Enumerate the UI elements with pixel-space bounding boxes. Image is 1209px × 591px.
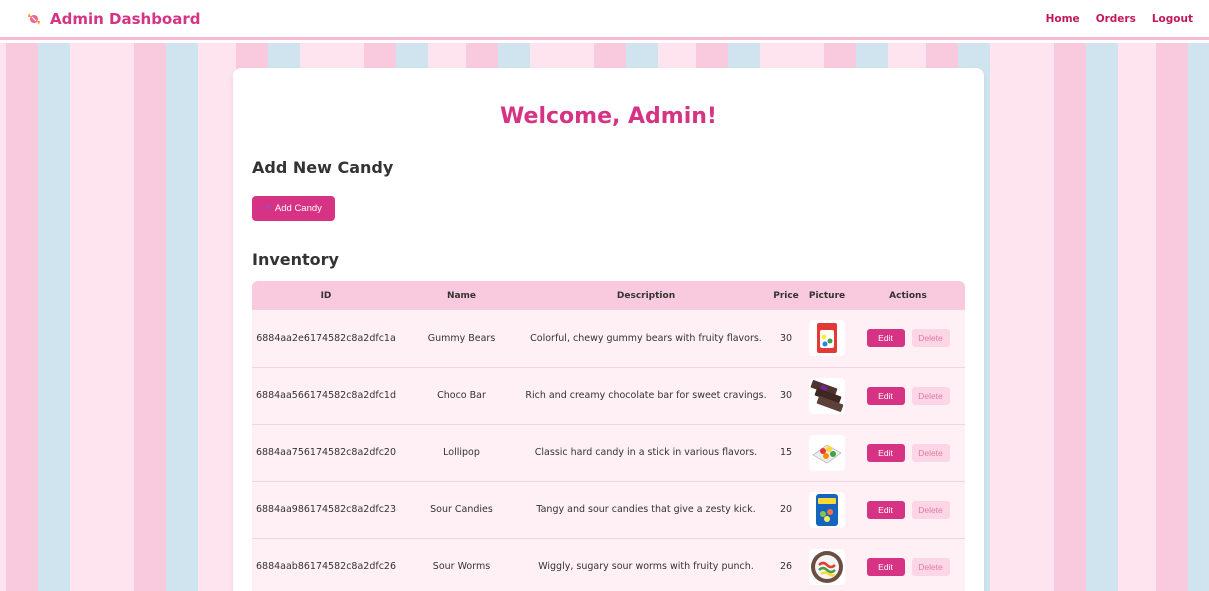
welcome-heading: Welcome, Admin!: [500, 104, 717, 129]
cell-actions: Edit Delete: [851, 424, 965, 481]
edit-button[interactable]: Edit: [866, 329, 905, 348]
cell-actions: Edit Delete: [851, 310, 965, 367]
add-candy-label: Add Candy: [274, 203, 322, 214]
table-row: 6884aa756174582c8a2dfc20 Lollipop Classi…: [252, 424, 965, 481]
lollipop-image: [809, 434, 845, 471]
cell-name: Sour Worms: [432, 561, 491, 572]
delete-button[interactable]: Delete: [911, 500, 950, 519]
cell-picture: [803, 367, 851, 424]
cell-price: 30: [779, 390, 793, 401]
cell-picture: [803, 481, 851, 538]
column-header-description: Description: [616, 290, 676, 301]
sour-worms-image: [809, 548, 845, 585]
gummy-bears-image: [809, 320, 845, 357]
delete-button[interactable]: Delete: [911, 557, 950, 576]
cell-description: Classic hard candy in a stick in various…: [534, 447, 758, 458]
cell-price: 15: [779, 447, 793, 458]
cell-id: 6884aa756174582c8a2dfc20: [255, 447, 397, 458]
candy-icon: [26, 11, 42, 27]
dashboard-card: Welcome, Admin! Add New Candy + Add Cand…: [233, 68, 984, 591]
table-row: 6884aab86174582c8a2dfc26 Sour Worms Wigg…: [252, 538, 965, 591]
cell-actions: Edit Delete: [851, 367, 965, 424]
cell-price: 30: [779, 332, 793, 344]
nav-links: Home Orders Logout: [1046, 13, 1193, 25]
cell-picture: [803, 424, 851, 481]
delete-button[interactable]: Delete: [911, 443, 950, 462]
brand[interactable]: Admin Dashboard: [26, 10, 201, 28]
cell-id: 6884aa986174582c8a2dfc23: [255, 504, 397, 515]
column-header-picture: Picture: [808, 290, 846, 301]
plus-icon: +: [265, 203, 271, 214]
navbar: Admin Dashboard Home Orders Logout: [0, 0, 1209, 40]
column-header-price: Price: [773, 290, 799, 301]
cell-description: Rich and creamy chocolate bar for sweet …: [525, 390, 767, 401]
delete-button[interactable]: Delete: [911, 386, 950, 405]
brand-title: Admin Dashboard: [50, 9, 201, 28]
add-candy-heading: Add New Candy: [252, 158, 394, 177]
sour-candies-image: [809, 491, 845, 528]
cell-id: 6884aa2e6174582c8a2dfc1a: [256, 332, 396, 344]
nav-link-home[interactable]: Home: [1046, 13, 1080, 25]
cell-description: Wiggly, sugary sour worms with fruity pu…: [538, 561, 754, 572]
edit-button[interactable]: Edit: [866, 500, 905, 519]
cell-name: Lollipop: [443, 447, 480, 458]
cell-actions: Edit Delete: [851, 481, 965, 538]
cell-price: 20: [779, 504, 793, 515]
column-header-actions: Actions: [889, 290, 927, 301]
cell-id: 6884aab86174582c8a2dfc26: [255, 561, 397, 572]
cell-picture: [803, 310, 851, 367]
cell-id: 6884aa566174582c8a2dfc1d: [255, 390, 397, 401]
cell-description: Colorful, chewy gummy bears with fruity …: [530, 332, 762, 344]
cell-picture: [803, 538, 851, 591]
table-row: 6884aa986174582c8a2dfc23 Sour Candies Ta…: [252, 481, 965, 538]
cell-name: Choco Bar: [437, 390, 486, 401]
edit-button[interactable]: Edit: [866, 443, 905, 462]
cell-name: Sour Candies: [430, 504, 493, 515]
edit-button[interactable]: Edit: [866, 557, 905, 576]
inventory-table: ID Name Description Price Picture Action…: [252, 281, 965, 591]
choco-bar-image: [809, 377, 845, 414]
nav-link-orders[interactable]: Orders: [1096, 13, 1136, 25]
add-candy-button[interactable]: + Add Candy: [252, 196, 335, 221]
delete-button[interactable]: Delete: [911, 329, 950, 348]
table-row: 6884aa2e6174582c8a2dfc1a Gummy Bears Col…: [252, 310, 965, 367]
table-header-row: ID Name Description Price Picture Action…: [252, 281, 965, 310]
table-row: 6884aa566174582c8a2dfc1d Choco Bar Rich …: [252, 367, 965, 424]
inventory-heading: Inventory: [252, 250, 339, 269]
nav-link-logout[interactable]: Logout: [1152, 13, 1193, 25]
cell-price: 26: [779, 561, 793, 572]
cell-actions: Edit Delete: [851, 538, 965, 591]
column-header-name: Name: [446, 290, 477, 301]
edit-button[interactable]: Edit: [866, 386, 905, 405]
cell-name: Gummy Bears: [427, 332, 496, 344]
cell-description: Tangy and sour candies that give a zesty…: [536, 504, 756, 515]
column-header-id: ID: [320, 290, 332, 301]
